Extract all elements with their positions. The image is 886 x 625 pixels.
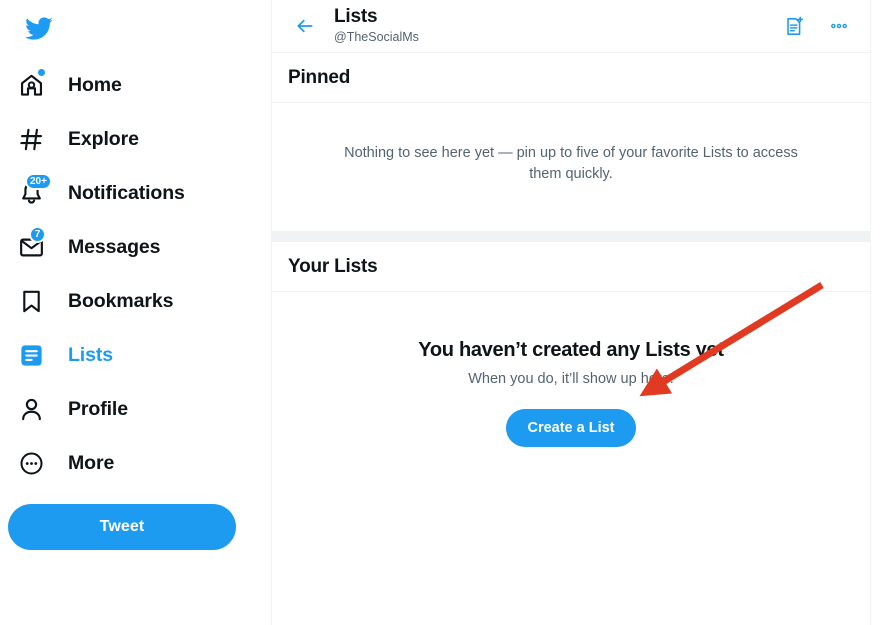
page-title: Lists <box>334 6 378 28</box>
twitter-bird-icon <box>24 16 53 40</box>
sidebar-item-label: Bookmarks <box>68 289 174 312</box>
bookmark-icon <box>14 284 48 318</box>
bell-icon: 20+ <box>14 173 52 210</box>
main-content-column: Lists @TheSocialMs Pinned Nothing to see… <box>272 0 871 625</box>
home-unread-dot <box>38 69 45 76</box>
pinned-empty-message: Nothing to see here yet — pin up to five… <box>344 145 798 183</box>
hashtag-icon <box>14 122 48 156</box>
sidebar-item-messages[interactable]: 7 Messages <box>8 220 240 274</box>
page-header: Lists @TheSocialMs <box>272 0 870 53</box>
sidebar-item-label: Home <box>68 73 122 96</box>
create-a-list-button[interactable]: Create a List <box>506 409 636 448</box>
twitter-lists-page: Home Explore 20+ Notifications 7 Message… <box>0 0 886 625</box>
empty-state-subtitle: When you do, it’ll show up here. <box>468 371 674 388</box>
home-icon <box>14 68 48 102</box>
header-title-group: Lists @TheSocialMs <box>334 6 778 45</box>
sidebar-item-profile[interactable]: Profile <box>8 382 240 436</box>
sidebar-item-bookmarks[interactable]: Bookmarks <box>8 274 240 328</box>
pinned-section-heading: Pinned <box>272 53 870 103</box>
sidebar-nav: Home Explore 20+ Notifications 7 Message… <box>8 58 271 490</box>
envelope-icon: 7 <box>14 226 48 264</box>
more-horizontal-icon[interactable] <box>823 10 855 42</box>
sidebar-item-label: Messages <box>68 235 161 258</box>
person-icon <box>14 392 48 426</box>
sidebar-item-label: Profile <box>68 397 128 420</box>
header-actions <box>778 10 855 42</box>
more-circle-icon <box>14 446 48 480</box>
lists-icon <box>14 338 48 372</box>
sidebar-item-label: Explore <box>68 127 139 150</box>
your-lists-section-heading: Your Lists <box>272 242 870 293</box>
notifications-badge: 20+ <box>25 173 52 190</box>
sidebar-item-label: Notifications <box>68 181 185 204</box>
sidebar-item-notifications[interactable]: 20+ Notifications <box>8 166 240 220</box>
left-sidebar: Home Explore 20+ Notifications 7 Message… <box>0 0 272 625</box>
sidebar-item-explore[interactable]: Explore <box>8 112 240 166</box>
sidebar-item-more[interactable]: More <box>8 436 240 490</box>
empty-state-title: You haven’t created any Lists yet <box>418 339 724 362</box>
back-arrow-icon[interactable] <box>288 9 322 43</box>
page-subtitle-handle: @TheSocialMs <box>334 30 419 45</box>
section-divider <box>272 231 870 243</box>
new-list-icon[interactable] <box>778 10 810 42</box>
messages-badge: 7 <box>29 226 46 243</box>
sidebar-item-lists[interactable]: Lists <box>8 328 240 382</box>
your-lists-empty-state: You haven’t created any Lists yet When y… <box>272 292 870 625</box>
sidebar-item-home[interactable]: Home <box>8 58 240 112</box>
tweet-button[interactable]: Tweet <box>8 504 236 550</box>
right-gutter <box>871 0 886 625</box>
twitter-logo[interactable] <box>12 2 64 54</box>
sidebar-item-label: More <box>68 451 115 474</box>
sidebar-item-label: Lists <box>68 343 114 366</box>
